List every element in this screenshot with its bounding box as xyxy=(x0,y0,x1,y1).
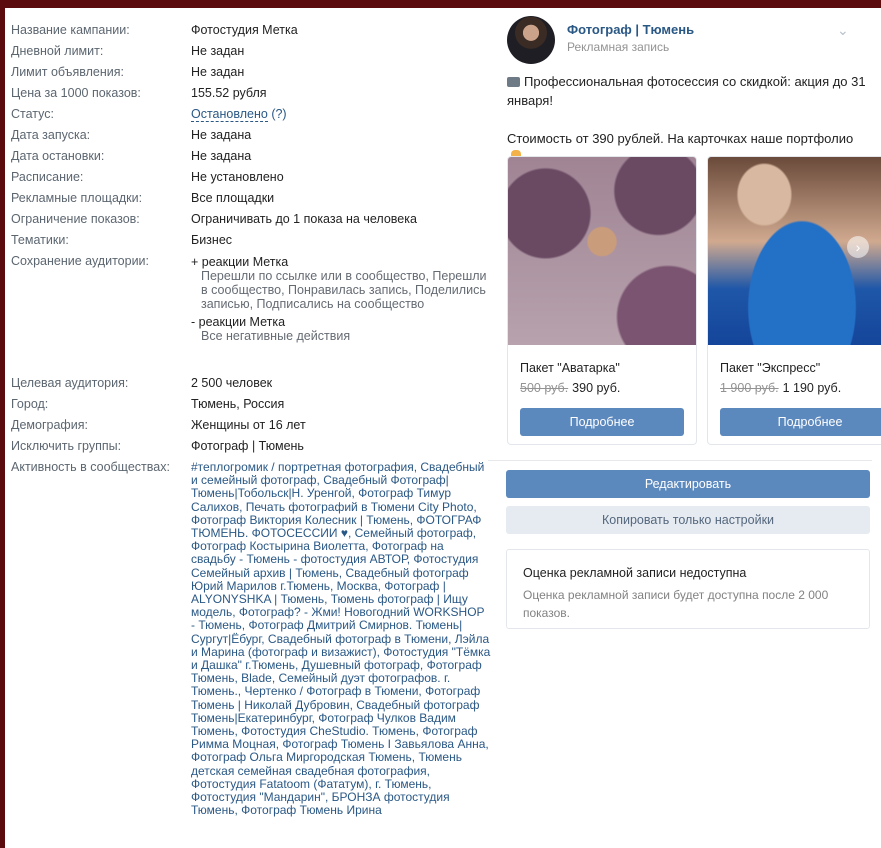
settings-row: Расписание: Не установлено xyxy=(11,167,491,188)
edit-button[interactable]: Редактировать xyxy=(506,470,870,498)
carousel-next-icon[interactable]: › xyxy=(847,236,869,258)
chevron-down-icon[interactable]: ⌄ xyxy=(837,22,849,39)
sponsored-label: Рекламная запись xyxy=(567,40,670,54)
post-text-line1: Профессиональная фотосессия со скидкой: … xyxy=(507,74,866,108)
divider xyxy=(488,460,872,461)
target-audience-value: 2 500 человек xyxy=(191,376,273,390)
ad-details-panel: Название кампании: Фотостудия Метка Днев… xyxy=(5,8,881,848)
carousel-card[interactable]: Пакет "Аватарка" 500 руб. 390 руб. Подроб… xyxy=(507,156,697,445)
settings-value: Бизнес xyxy=(191,233,233,247)
settings-label: Дневной лимит: xyxy=(11,44,104,58)
post-text: Профессиональная фотосессия со скидкой: … xyxy=(507,72,867,167)
settings-row: Тематики: Бизнес xyxy=(11,230,491,251)
card-more-button[interactable]: Подробнее xyxy=(520,408,684,436)
plus-reactions-title: + реакции Метка xyxy=(191,255,289,269)
settings-label: Расписание: xyxy=(11,170,84,184)
settings-label: Сохранение аудитории: xyxy=(11,254,150,268)
settings-row: Лимит объявления: Не задан xyxy=(11,62,491,83)
minus-reactions-title: - реакции Метка xyxy=(191,315,286,329)
settings-label: Исключить группы: xyxy=(11,439,122,453)
settings-label: Дата запуска: xyxy=(11,128,91,142)
settings-row: Ограничение показов: Ограничивать до 1 п… xyxy=(11,209,491,230)
estimate-box: Оценка рекламной записи недоступна Оценк… xyxy=(506,549,870,629)
settings-row: Исключить группы: Фотограф | Тюмень xyxy=(11,436,491,457)
schedule-link[interactable]: Не установлено xyxy=(191,167,491,188)
settings-row: Целевая аудитория: 2 500 человек xyxy=(11,373,491,394)
card-title: Пакет "Аватарка" xyxy=(520,361,620,375)
settings-row: Дневной лимит: Не задан xyxy=(11,41,491,62)
estimate-title: Оценка рекламной записи недоступна xyxy=(523,566,747,580)
post-author-link[interactable]: Фотограф | Тюмень xyxy=(567,22,694,37)
community-activity-list[interactable]: #теплогромик / портретная фотография, Св… xyxy=(191,457,491,817)
ad-preview: Фотограф | Тюмень Рекламная запись ⌄ Про… xyxy=(507,8,881,453)
settings-label: Демография: xyxy=(11,418,88,432)
settings-row: Статус: Остановлено (?) xyxy=(11,104,491,125)
settings-row-activity: Активность в сообществах: #теплогромик /… xyxy=(11,457,491,817)
city-value: Тюмень, Россия xyxy=(191,397,285,411)
settings-value: Ограничивать до 1 показа на человека xyxy=(191,212,417,226)
settings-label: Дата остановки: xyxy=(11,149,105,163)
settings-row: Город: Тюмень, Россия xyxy=(11,394,491,415)
start-date-link[interactable]: Не задана xyxy=(191,125,491,146)
card-more-button[interactable]: Подробнее xyxy=(720,408,881,436)
campaign-settings: Название кампании: Фотостудия Метка Днев… xyxy=(11,20,491,817)
settings-label: Тематики: xyxy=(11,233,69,247)
settings-row-audience-save: Сохранение аудитории: + реакции Метка Пе… xyxy=(11,251,491,343)
settings-row: Демография: Женщины от 16 лет xyxy=(11,415,491,436)
card-old-price: 1 900 руб. xyxy=(720,381,779,395)
settings-label: Целевая аудитория: xyxy=(11,376,129,390)
carousel-card[interactable]: Пакет "Экспресс" 1 900 руб. 1 190 руб. По… xyxy=(707,156,881,445)
plus-reactions-text: Перешли по ссылке или в сообщество, Пере… xyxy=(201,269,487,311)
settings-row: Дата остановки: Не задана xyxy=(11,146,491,167)
avatar[interactable] xyxy=(507,16,555,64)
post-text-line2: Стоимость от 390 рублей. На карточках на… xyxy=(507,131,854,146)
settings-label: Город: xyxy=(11,397,49,411)
settings-label: Активность в сообществах: xyxy=(11,460,170,474)
settings-row: Цена за 1000 показов: 155.52 рубля xyxy=(11,83,491,104)
settings-label: Рекламные площадки: xyxy=(11,191,143,205)
settings-value: Все площадки xyxy=(191,191,275,205)
settings-value: Фотостудия Метка xyxy=(191,23,298,37)
settings-label: Статус: xyxy=(11,107,54,121)
card-title: Пакет "Экспресс" xyxy=(720,361,821,375)
card-old-price: 500 руб. xyxy=(520,381,569,395)
copy-settings-button[interactable]: Копировать только настройки xyxy=(506,506,870,534)
ad-limit-link[interactable]: Не задан xyxy=(191,62,491,83)
settings-label: Цена за 1000 показов: xyxy=(11,86,141,100)
excluded-group-link[interactable]: Фотограф | Тюмень xyxy=(191,436,491,457)
status-help-icon[interactable]: (?) xyxy=(271,107,286,121)
card-photo[interactable] xyxy=(508,157,696,345)
settings-label: Ограничение показов: xyxy=(11,212,140,226)
settings-label: Название кампании: xyxy=(11,23,130,37)
cpm-price-link[interactable]: 155.52 рубля xyxy=(191,83,491,104)
settings-row: Название кампании: Фотостудия Метка xyxy=(11,20,491,41)
card-price: 1 190 руб. xyxy=(782,381,842,395)
stop-date-link[interactable]: Не задана xyxy=(191,146,491,167)
settings-label: Лимит объявления: xyxy=(11,65,124,79)
card-price: 390 руб. xyxy=(572,381,621,395)
settings-row: Рекламные площадки: Все площадки xyxy=(11,188,491,209)
camera-icon xyxy=(507,77,520,87)
estimate-text: Оценка рекламной записи будет доступна п… xyxy=(523,588,829,620)
daily-limit-link[interactable]: Не задан xyxy=(191,41,491,62)
demography-value: Женщины от 16 лет xyxy=(191,418,306,432)
settings-row: Дата запуска: Не задана xyxy=(11,125,491,146)
minus-reactions-text: Все негативные действия xyxy=(201,329,351,343)
status-link[interactable]: Остановлено xyxy=(191,107,268,122)
